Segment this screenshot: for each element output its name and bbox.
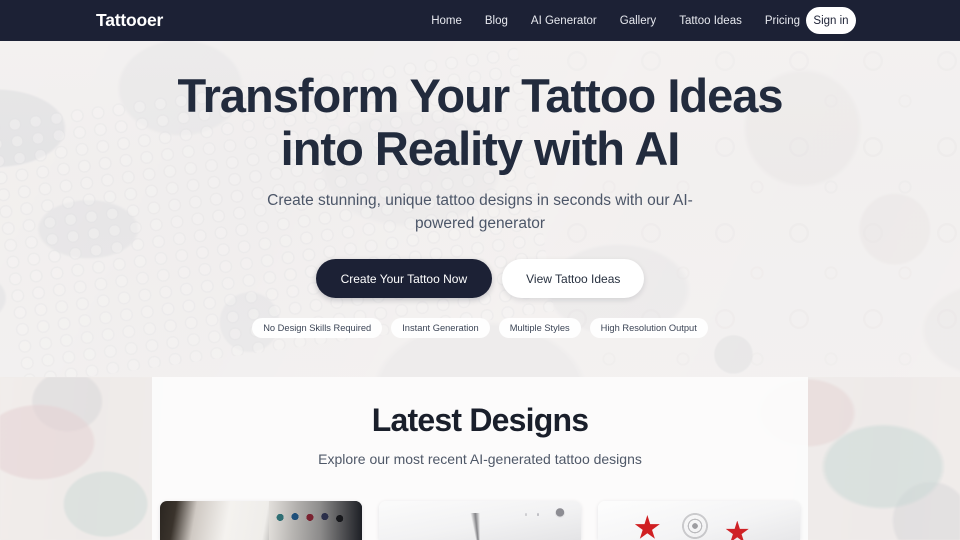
design-card-3[interactable] xyxy=(598,501,800,540)
feature-pill-no-design-skills: No Design Skills Required xyxy=(252,318,383,338)
hero-feature-pills: No Design Skills Required Instant Genera… xyxy=(252,318,708,338)
latest-designs-title: Latest Designs xyxy=(371,402,589,438)
hero-subtitle: Create stunning, unique tattoo designs i… xyxy=(267,192,693,232)
latest-designs-subtitle: Explore our most recent AI-generated tat… xyxy=(318,451,642,467)
view-tattoo-ideas-button[interactable]: View Tattoo Ideas xyxy=(502,259,645,298)
nav-link-gallery[interactable]: Gallery xyxy=(620,15,656,27)
hero-cta-group: Create Your Tattoo Now View Tattoo Ideas xyxy=(315,259,645,298)
hero-section: Transform Your Tattoo Ideas into Reality… xyxy=(0,41,960,377)
brand-logo[interactable]: Tattooer xyxy=(96,10,163,31)
design-card-1[interactable] xyxy=(160,501,362,540)
design-card-row xyxy=(160,501,800,540)
nav-link-pricing[interactable]: Pricing xyxy=(765,15,800,27)
hero-content: Transform Your Tattoo Ideas into Reality… xyxy=(0,41,960,377)
create-your-tattoo-now-button[interactable]: Create Your Tattoo Now xyxy=(315,259,493,298)
page-root: Tattooer Home Blog AI Generator Gallery … xyxy=(0,0,960,540)
feature-pill-multiple-styles: Multiple Styles xyxy=(498,318,581,338)
feature-pill-high-resolution: High Resolution Output xyxy=(589,318,708,338)
nav-link-blog[interactable]: Blog xyxy=(485,15,508,27)
design-card-2[interactable] xyxy=(379,501,581,540)
top-navbar: Tattooer Home Blog AI Generator Gallery … xyxy=(0,0,960,41)
nav-links: Home Blog AI Generator Gallery Tattoo Id… xyxy=(431,15,800,27)
design-card-3-rose-icon xyxy=(674,508,715,540)
sign-in-button[interactable]: Sign in xyxy=(806,7,856,34)
nav-link-ai-generator[interactable]: AI Generator xyxy=(531,15,597,27)
nav-link-tattoo-ideas[interactable]: Tattoo Ideas xyxy=(679,15,742,27)
nav-link-home[interactable]: Home xyxy=(431,15,462,27)
feature-pill-instant-generation: Instant Generation xyxy=(391,318,490,338)
hero-title: Transform Your Tattoo Ideas into Reality… xyxy=(177,69,784,175)
